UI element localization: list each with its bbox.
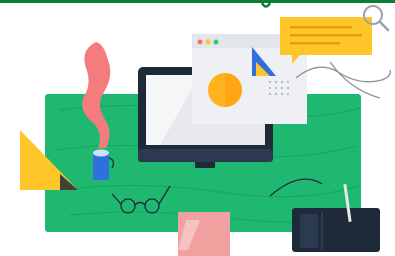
- workspace-illustration: [0, 0, 395, 256]
- sticky-note-icon: [178, 212, 230, 256]
- top-bar: [0, 0, 395, 3]
- cable-line: [295, 66, 391, 83]
- window-dot-green: [213, 39, 219, 45]
- chat-bubble-icon: [280, 17, 372, 64]
- top-bar-notch: [260, 2, 272, 8]
- window-dot-yellow: [205, 39, 211, 45]
- window-dot-red: [197, 39, 203, 45]
- illustration-canvas: [0, 0, 395, 256]
